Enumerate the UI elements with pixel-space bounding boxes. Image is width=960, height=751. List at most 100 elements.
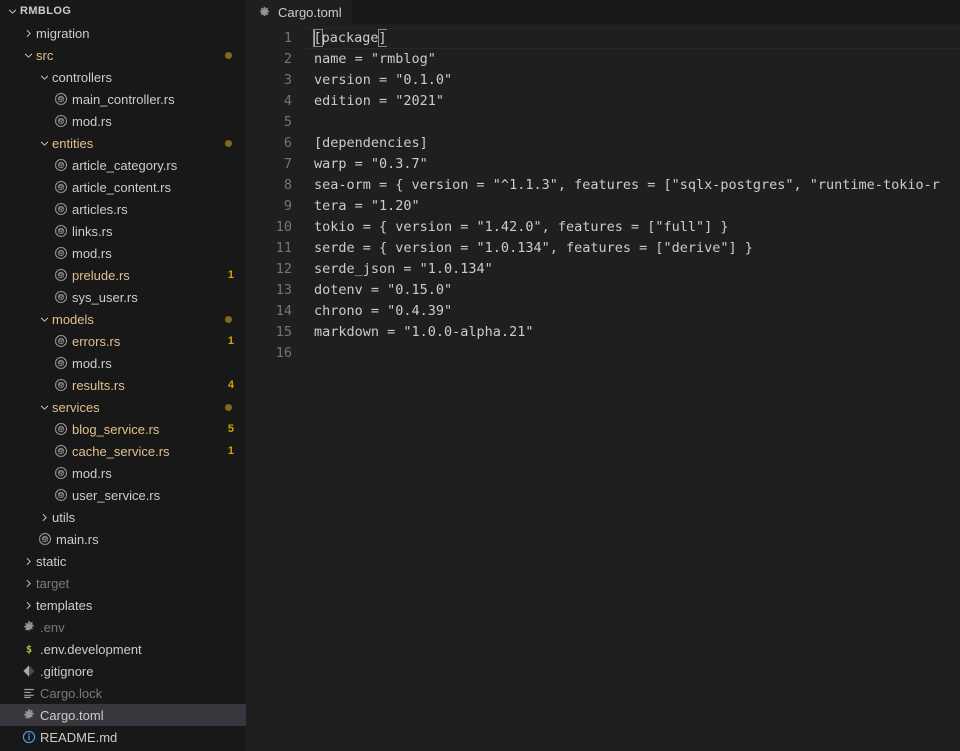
line-number: 2 <box>283 51 292 67</box>
chevron-right-icon[interactable] <box>20 556 36 567</box>
code-line[interactable]: 11 serde = { version = "1.0.134", feature… <box>246 238 960 259</box>
tree-folder-services[interactable]: services <box>0 396 246 418</box>
tree-item-label: .gitignore <box>40 663 94 679</box>
tree-item-label: mod.rs <box>72 113 112 129</box>
chevron-down-icon[interactable] <box>20 50 36 61</box>
tree-folder-entities[interactable]: entities <box>0 132 246 154</box>
tree-folder-migration[interactable]: migration <box>0 22 246 44</box>
tree-file-mod-rs[interactable]: mod.rs <box>0 352 246 374</box>
code-line[interactable]: 7 warp = "0.3.7" <box>246 154 960 175</box>
tree-folder-target[interactable]: target <box>0 572 246 594</box>
tree-item-label: services <box>52 399 100 415</box>
tree-file-cache-service-rs[interactable]: cache_service.rs 1 <box>0 440 246 462</box>
tree-file-article-content-rs[interactable]: article_content.rs <box>0 176 246 198</box>
problem-count-badge: 1 <box>227 335 234 347</box>
tree-file-sys-user-rs[interactable]: sys_user.rs <box>0 286 246 308</box>
problem-count-badge: 4 <box>227 379 234 391</box>
code-line[interactable]: 10 tokio = { version = "1.42.0", features… <box>246 217 960 238</box>
line-number: 13 <box>275 282 292 298</box>
tree-item-label: blog_service.rs <box>72 421 160 437</box>
tree-file-mod-rs[interactable]: mod.rs <box>0 462 246 484</box>
code-line[interactable]: 15 markdown = "1.0.0-alpha.21" <box>246 322 960 343</box>
svg-text:$: $ <box>26 644 32 656</box>
tree-file-env-development[interactable]: $ .env.development <box>0 638 246 660</box>
tree-file-errors-rs[interactable]: errors.rs 1 <box>0 330 246 352</box>
code-text: [dependencies] <box>314 135 428 151</box>
explorer-sidebar: RMBLOG migration src controllers main_contro… <box>0 0 246 751</box>
code-line[interactable]: 5 <box>246 112 960 133</box>
tree-folder-src[interactable]: src <box>0 44 246 66</box>
tree-item-label: cache_service.rs <box>72 443 170 459</box>
tree-file-links-rs[interactable]: links.rs <box>0 220 246 242</box>
rust-file-icon <box>52 158 70 172</box>
tree-file-article-category-rs[interactable]: article_category.rs <box>0 154 246 176</box>
code-text: sea-orm = { version = "^1.1.3", features… <box>314 177 940 193</box>
tree-file-user-service-rs[interactable]: user_service.rs <box>0 484 246 506</box>
tree-folder-controllers[interactable]: controllers <box>0 66 246 88</box>
tree-file-env[interactable]: .env <box>0 616 246 638</box>
code-line[interactable]: 8 sea-orm = { version = "^1.1.3", feature… <box>246 175 960 196</box>
line-number: 1 <box>283 30 292 46</box>
chevron-right-icon[interactable] <box>36 512 52 523</box>
tree-item-label: sys_user.rs <box>72 289 138 305</box>
file-tree[interactable]: RMBLOG migration src controllers main_contro… <box>0 0 246 748</box>
code-text: serde = { version = "1.0.134", features … <box>314 240 753 256</box>
tree-file-articles-rs[interactable]: articles.rs <box>0 198 246 220</box>
code-line[interactable]: 16 <box>246 343 960 364</box>
line-number: 3 <box>283 72 292 88</box>
tree-folder-utils[interactable]: utils <box>0 506 246 528</box>
code-content[interactable]: 1 [package] 2 name = "rmblog" 3 version = "0.… <box>246 24 960 364</box>
tree-file-gitignore[interactable]: .gitignore <box>0 660 246 682</box>
chevron-right-icon[interactable] <box>20 600 36 611</box>
code-line[interactable]: 6 [dependencies] <box>246 133 960 154</box>
tree-folder-rmblog[interactable]: RMBLOG <box>0 0 246 22</box>
rust-file-icon <box>52 224 70 238</box>
line-number: 16 <box>275 345 292 361</box>
vscode-window: RMBLOG migration src controllers main_contro… <box>0 0 960 751</box>
tree-folder-static[interactable]: static <box>0 550 246 572</box>
tree-folder-models[interactable]: models <box>0 308 246 330</box>
line-number: 8 <box>283 177 292 193</box>
tree-file-main-controller-rs[interactable]: main_controller.rs <box>0 88 246 110</box>
code-line[interactable]: 14 chrono = "0.4.39" <box>246 301 960 322</box>
tree-file-prelude-rs[interactable]: prelude.rs 1 <box>0 264 246 286</box>
tree-file-cargo-lock[interactable]: Cargo.lock <box>0 682 246 704</box>
tree-folder-templates[interactable]: templates <box>0 594 246 616</box>
code-line[interactable]: 13 dotenv = "0.15.0" <box>246 280 960 301</box>
chevron-down-icon[interactable] <box>36 138 52 149</box>
chevron-down-icon[interactable] <box>36 314 52 325</box>
tree-item-label: templates <box>36 597 93 613</box>
tree-item-label: target <box>36 575 70 591</box>
tree-item-label: articles.rs <box>72 201 128 217</box>
tree-item-label: .env.development <box>40 641 142 657</box>
tree-item-label: main.rs <box>56 531 99 547</box>
chevron-down-icon[interactable] <box>36 402 52 413</box>
tree-file-main-rs[interactable]: main.rs <box>0 528 246 550</box>
code-line[interactable]: 2 name = "rmblog" <box>246 49 960 70</box>
line-number: 14 <box>275 303 292 319</box>
tree-item-label: models <box>52 311 94 327</box>
tree-file-cargo-toml[interactable]: Cargo.toml <box>0 704 246 726</box>
tab-cargo-toml[interactable]: Cargo.toml <box>246 0 352 24</box>
rust-file-icon <box>52 334 70 348</box>
chevron-right-icon[interactable] <box>20 28 36 39</box>
tree-file-readme-md[interactable]: README.md <box>0 726 246 748</box>
tree-item-label: .env <box>40 619 65 635</box>
tree-file-mod-rs[interactable]: mod.rs <box>0 242 246 264</box>
tree-item-label: Cargo.lock <box>40 685 103 701</box>
modified-indicator-dot <box>225 315 232 323</box>
tree-file-results-rs[interactable]: results.rs 4 <box>0 374 246 396</box>
code-line[interactable]: 3 version = "0.1.0" <box>246 70 960 91</box>
code-line[interactable]: 4 edition = "2021" <box>246 91 960 112</box>
code-line[interactable]: 1 [package] <box>246 28 960 49</box>
tree-file-blog-service-rs[interactable]: blog_service.rs 5 <box>0 418 246 440</box>
chevron-down-icon[interactable] <box>4 6 20 17</box>
code-line[interactable]: 9 tera = "1.20" <box>246 196 960 217</box>
bracket-match-open: [ <box>312 29 323 47</box>
chevron-right-icon[interactable] <box>20 578 36 589</box>
tree-item-label: src <box>36 47 54 63</box>
gear-file-icon <box>20 620 38 634</box>
tree-file-mod-rs[interactable]: mod.rs <box>0 110 246 132</box>
chevron-down-icon[interactable] <box>36 72 52 83</box>
code-line[interactable]: 12 serde_json = "1.0.134" <box>246 259 960 280</box>
